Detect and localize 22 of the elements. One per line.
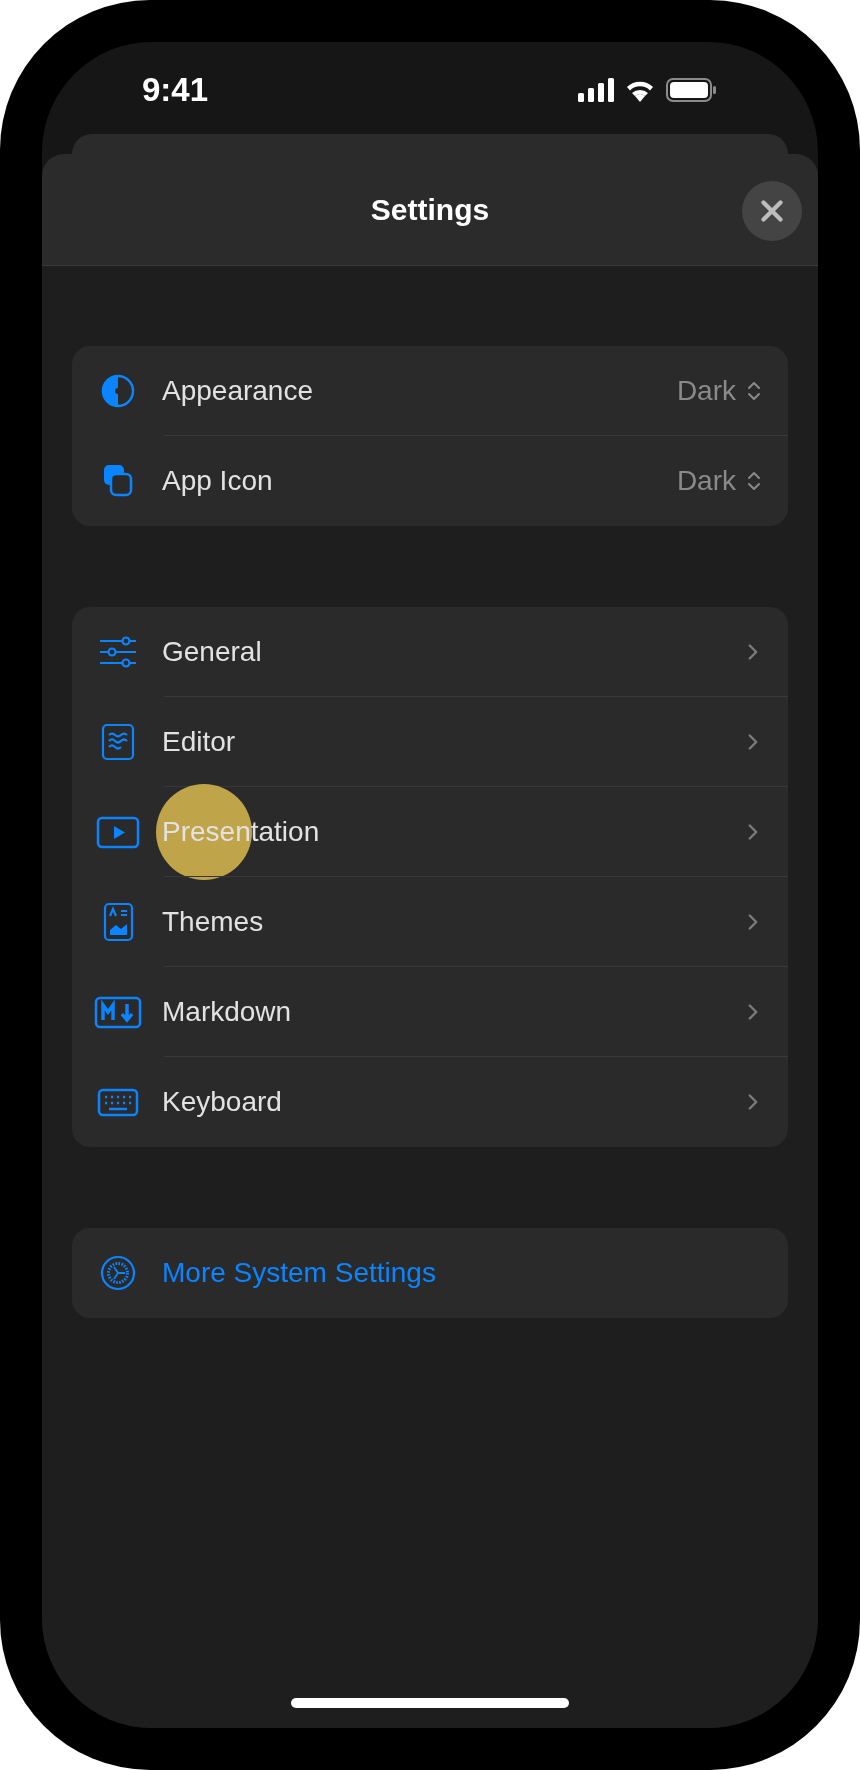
settings-row[interactable]: Appearance Dark [72, 346, 788, 436]
row-value: Dark [676, 464, 736, 498]
row-label: Appearance [162, 374, 313, 408]
settings-row[interactable]: General [72, 607, 788, 697]
status-time: 9:41 [142, 70, 209, 111]
settings-row[interactable]: Themes [72, 877, 788, 967]
settings-row[interactable]: More System Settings [72, 1228, 788, 1318]
row-label: Markdown [162, 995, 292, 1029]
row-label: Keyboard [162, 1085, 282, 1119]
row-label: General [162, 635, 262, 669]
settings-row[interactable]: Markdown [72, 967, 788, 1057]
settings-row[interactable]: Editor [72, 697, 788, 787]
row-label: App Icon [162, 464, 273, 498]
settings-row[interactable]: Keyboard [72, 1057, 788, 1147]
sheet-title: Settings [370, 192, 490, 228]
row-label: More System Settings [162, 1256, 436, 1290]
settings-row[interactable]: App Icon Dark [72, 436, 788, 526]
row-label: Editor [162, 725, 236, 759]
battery-icon [666, 78, 718, 102]
row-value: Dark [676, 374, 736, 408]
signal-icon [578, 78, 614, 102]
row-label: Themes [162, 905, 264, 939]
